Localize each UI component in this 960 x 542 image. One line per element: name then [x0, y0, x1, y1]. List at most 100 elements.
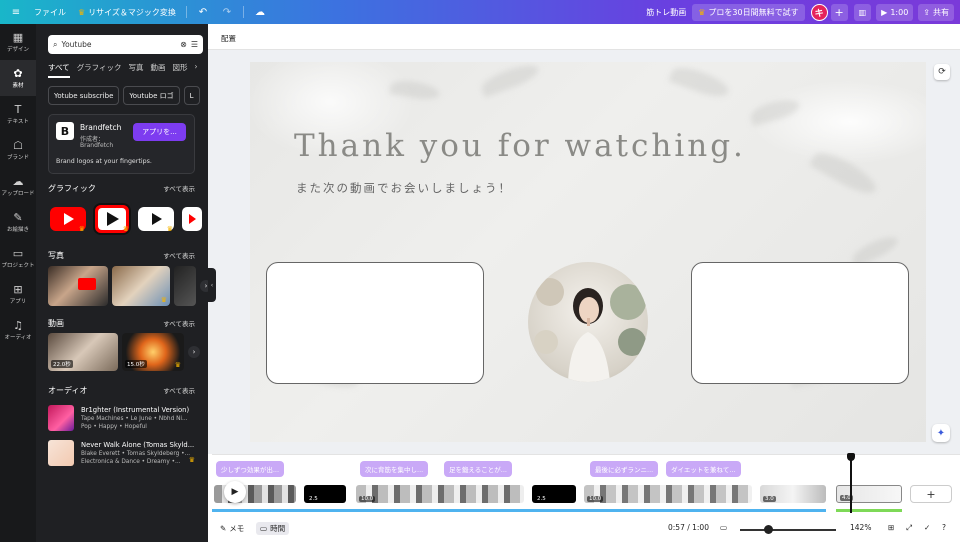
video-thumb-2[interactable]: 15.0秒 ♛ [122, 333, 184, 371]
video-frame-left[interactable] [266, 262, 484, 384]
play-icon: ▶ [231, 487, 239, 497]
project-name[interactable]: 筋トレ動画 [640, 0, 692, 24]
collapse-panel-handle[interactable]: ‹ [208, 268, 216, 302]
avatar[interactable]: キ [810, 3, 828, 21]
share-label: 共有 [933, 7, 949, 17]
zoom-slider[interactable] [740, 529, 836, 531]
film-icon: ▭ [260, 524, 268, 533]
notes-label: メモ [229, 524, 245, 533]
graphics-see-all[interactable]: すべて表示 [163, 183, 195, 194]
chip-more[interactable]: L [183, 86, 200, 105]
audio-item[interactable]: Never Walk Alone (Tomas Skyld... Blake E… [48, 440, 203, 470]
rail-item-elements[interactable]: ✿ 素材 [0, 60, 36, 96]
magic-assistant-button[interactable]: ✦ [932, 424, 950, 442]
check-icon[interactable]: ✓ [924, 523, 930, 532]
notes-button[interactable]: ✎ メモ [220, 523, 244, 534]
aspect-icon[interactable]: ▭ [720, 523, 727, 532]
tab-photos[interactable]: 写真 [129, 62, 144, 78]
design-canvas[interactable]: Thank you for watching. また次の動画でお会いしましょう！ [250, 62, 926, 442]
timeline-note[interactable]: 次に背筋を集中し... [360, 461, 429, 477]
timeline-clip[interactable]: 10.0 [356, 485, 524, 503]
timeline-clip[interactable]: 2.5 [304, 485, 346, 503]
timeline-note[interactable]: 少しずつ効果が出... [216, 461, 285, 477]
video-thumb-1[interactable]: 22.0秒 [48, 333, 118, 371]
youtube-graphic-1[interactable]: ♛ [48, 202, 88, 235]
open-app-button[interactable]: アプリを... [133, 123, 186, 141]
rail-item-brand[interactable]: ☖ ブランド [0, 132, 36, 168]
add-collaborator-button[interactable]: + [830, 3, 848, 21]
timeline-note[interactable]: 最後に必ずランニ... [590, 461, 659, 477]
photo-thumb-1[interactable] [48, 266, 108, 306]
insights-button[interactable]: ▥ [853, 3, 872, 21]
audio-item[interactable]: Br1ghter (Instrumental Version) Tape Mac… [48, 405, 203, 435]
timeline-note[interactable]: ダイエットを兼ねて... [666, 461, 741, 477]
audio-track-selected[interactable] [836, 509, 902, 512]
draw-icon: ✎ [13, 210, 23, 224]
undo-button[interactable]: ↶ [191, 0, 215, 24]
rail-item-audio[interactable]: ♫ オーディオ [0, 312, 36, 348]
timeline-clip[interactable]: 4.0 [836, 485, 902, 503]
chevron-right-icon[interactable]: › [200, 280, 208, 292]
cloud-save-button[interactable]: ☁ [248, 0, 272, 24]
redo-button[interactable]: ↷ [215, 0, 239, 24]
timeline: 少しずつ効果が出... 次に背筋を集中し... 足を鍛えることが... 最後に必… [212, 453, 960, 516]
rail-item-apps[interactable]: ⊞ アプリ [0, 276, 36, 312]
brandfetch-card[interactable]: B Brandfetch 作成者： Brandfetch アプリを... Bra… [48, 114, 195, 174]
youtube-graphic-3[interactable]: ♛ [136, 202, 176, 235]
chevron-right-icon[interactable]: › [188, 346, 200, 358]
rail-item-draw[interactable]: ✎ お絵描き [0, 204, 36, 240]
tab-videos[interactable]: 動画 [151, 62, 166, 78]
clip-duration: 2.5 [307, 496, 320, 502]
timeline-clip[interactable]: 10.0 [584, 485, 752, 503]
share-button[interactable]: ⇪ 共有 [918, 3, 954, 21]
rail-item-label: アップロード [1, 190, 35, 197]
menu-button[interactable]: ≡ [0, 0, 28, 24]
rail-item-uploads[interactable]: ☁ アップロード [0, 168, 36, 204]
videos-see-all[interactable]: すべて表示 [163, 318, 195, 329]
timeline-clip[interactable]: 3.0 [760, 485, 826, 503]
search-bar[interactable]: ⌕ Youtube ⊗ ☰ [48, 35, 203, 54]
zoom-level[interactable]: 142% [850, 523, 871, 532]
timeline-note[interactable]: 足を鍛えることが... [444, 461, 513, 477]
timeline-clip[interactable]: 2.5 [532, 485, 576, 503]
playhead[interactable] [850, 455, 852, 513]
audio-cover [48, 405, 74, 431]
help-icon[interactable]: ? [942, 523, 946, 532]
rail-item-text[interactable]: T テキスト [0, 96, 36, 132]
add-page-button[interactable]: + [910, 485, 952, 503]
canvas-title[interactable]: Thank you for watching. [294, 128, 746, 164]
canvas-subtitle[interactable]: また次の動画でお会いしましょう！ [296, 180, 512, 196]
filter-icon[interactable]: ☰ [191, 40, 198, 49]
refresh-button[interactable]: ⟳ [934, 64, 950, 80]
youtube-graphic-2[interactable]: ♛ [92, 202, 132, 235]
pro-trial-button[interactable]: ♛ プロを30日間無料で試す [692, 3, 805, 21]
audio-track[interactable] [212, 509, 826, 512]
present-button[interactable]: ▶ 1:00 [876, 3, 914, 21]
crown-icon: ♛ [698, 7, 706, 17]
rail-item-design[interactable]: ▦ デザイン [0, 24, 36, 60]
tab-graphics[interactable]: グラフィック [77, 62, 122, 78]
arrange-button[interactable]: 配置 [221, 33, 236, 44]
youtube-graphic-4[interactable] [180, 202, 204, 235]
grid-view-icon[interactable]: ⊞ [888, 523, 894, 532]
search-input[interactable]: Youtube [61, 40, 176, 49]
timeline-play-button[interactable]: ▶ [224, 481, 246, 503]
clear-icon[interactable]: ⊗ [180, 40, 187, 49]
audio-see-all[interactable]: すべて表示 [163, 385, 195, 396]
chip-youtube-subscribe[interactable]: Yotube subscribe [48, 86, 120, 105]
photo-thumb-3[interactable] [174, 266, 196, 306]
file-menu[interactable]: ファイル [28, 0, 72, 24]
photo-thumb-2[interactable]: ♛ [112, 266, 170, 306]
portrait-photo[interactable] [528, 262, 648, 382]
chevron-right-icon[interactable]: › [195, 62, 198, 78]
resize-button[interactable]: ♛ リサイズ＆マジック変換 [72, 0, 182, 24]
video-frame-right[interactable] [691, 262, 909, 384]
fullscreen-icon[interactable]: ⤢ [906, 523, 912, 533]
photos-see-all[interactable]: すべて表示 [163, 250, 195, 261]
zoom-slider-handle[interactable] [764, 525, 773, 534]
tab-shapes[interactable]: 図形 [173, 62, 188, 78]
rail-item-projects[interactable]: ▭ プロジェクト [0, 240, 36, 276]
tab-all[interactable]: すべて [48, 62, 70, 78]
timer-button[interactable]: ▭ 時間 [256, 522, 290, 535]
chip-youtube-logo[interactable]: Youtube ロゴ [123, 86, 180, 105]
